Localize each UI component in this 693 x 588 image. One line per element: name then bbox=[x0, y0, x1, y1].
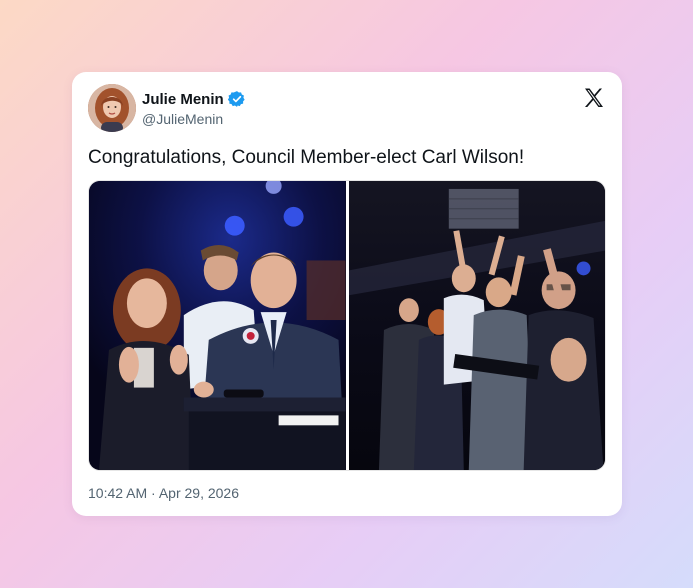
author-name-row[interactable]: Julie Menin bbox=[142, 90, 246, 108]
author-handle[interactable]: @JulieMenin bbox=[142, 111, 223, 127]
x-logo-icon[interactable] bbox=[582, 86, 606, 110]
author-display-name[interactable]: Julie Menin bbox=[142, 91, 224, 108]
tweet-card: Julie Menin @JulieMenin Congratulations,… bbox=[72, 72, 622, 516]
tweet-text: Congratulations, Council Member-elect Ca… bbox=[88, 147, 525, 168]
author-avatar[interactable] bbox=[88, 84, 136, 132]
tweet-media-grid bbox=[88, 180, 606, 471]
verified-badge-icon bbox=[227, 90, 246, 108]
tweet-timestamp[interactable]: 10:42 AM · Apr 29, 2026 bbox=[88, 485, 239, 501]
tweet-photo-1[interactable] bbox=[89, 181, 346, 470]
tweet-photo-2[interactable] bbox=[348, 181, 605, 470]
